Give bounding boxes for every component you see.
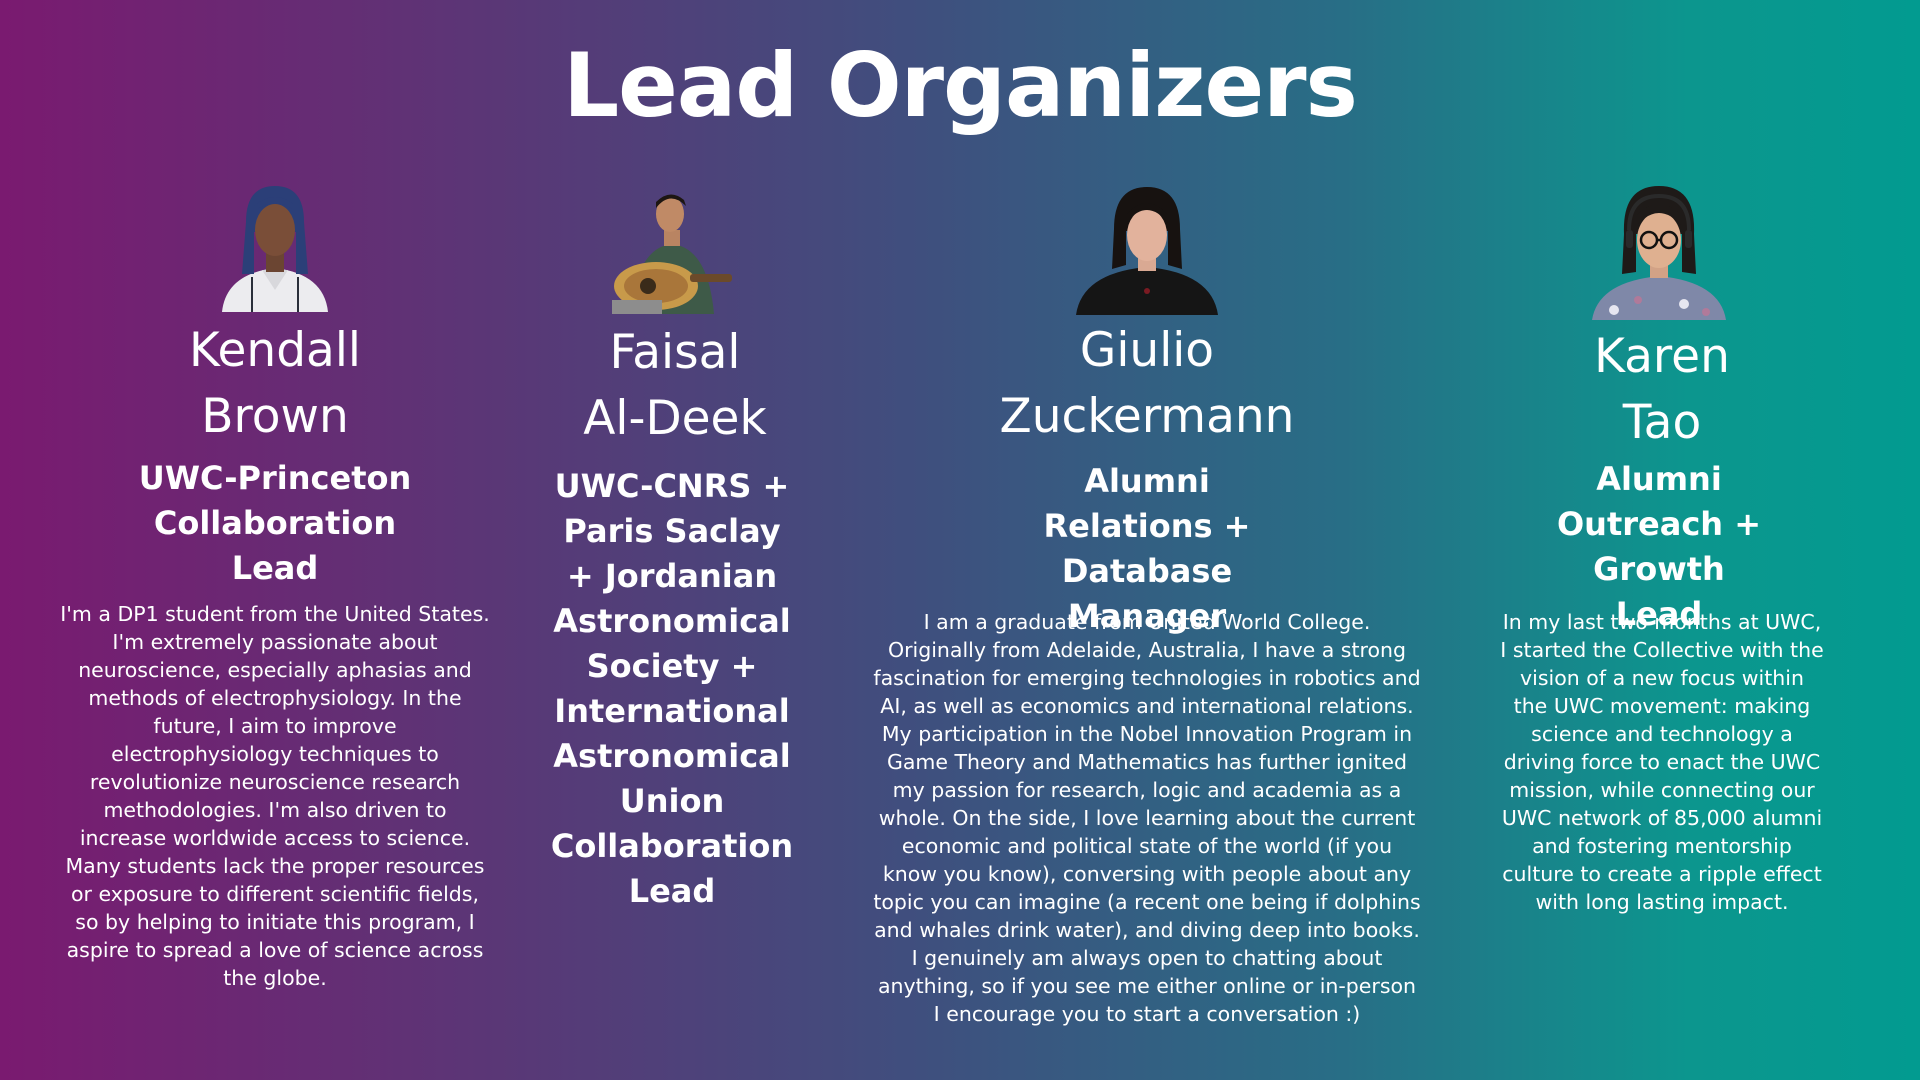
organizer-photo — [1076, 187, 1218, 315]
organizer-name: Faisal Al-Deek — [583, 325, 767, 446]
organizer-bio: In my last two months at UWC, I started … — [1500, 610, 1824, 914]
organizer-bio: I'm a DP1 student from the United States… — [60, 602, 490, 990]
organizer-name: Giulio Zuckermann — [999, 323, 1295, 444]
page-title: Lead Organizers — [563, 34, 1358, 137]
organizer-bio: I am a graduate from United World Colleg… — [873, 610, 1421, 1026]
organizer-photo — [212, 182, 338, 312]
organizer-name: Karen Tao — [1594, 329, 1730, 450]
organizer-name: Kendall Brown — [189, 323, 361, 444]
organizer-photo — [1588, 182, 1730, 320]
organizer-role: UWC-Princeton Collaboration Lead — [138, 459, 412, 587]
organizer-role: UWC-CNRS + Paris Saclay + Jordanian Astr… — [550, 467, 794, 910]
organizer-photo — [610, 182, 734, 314]
